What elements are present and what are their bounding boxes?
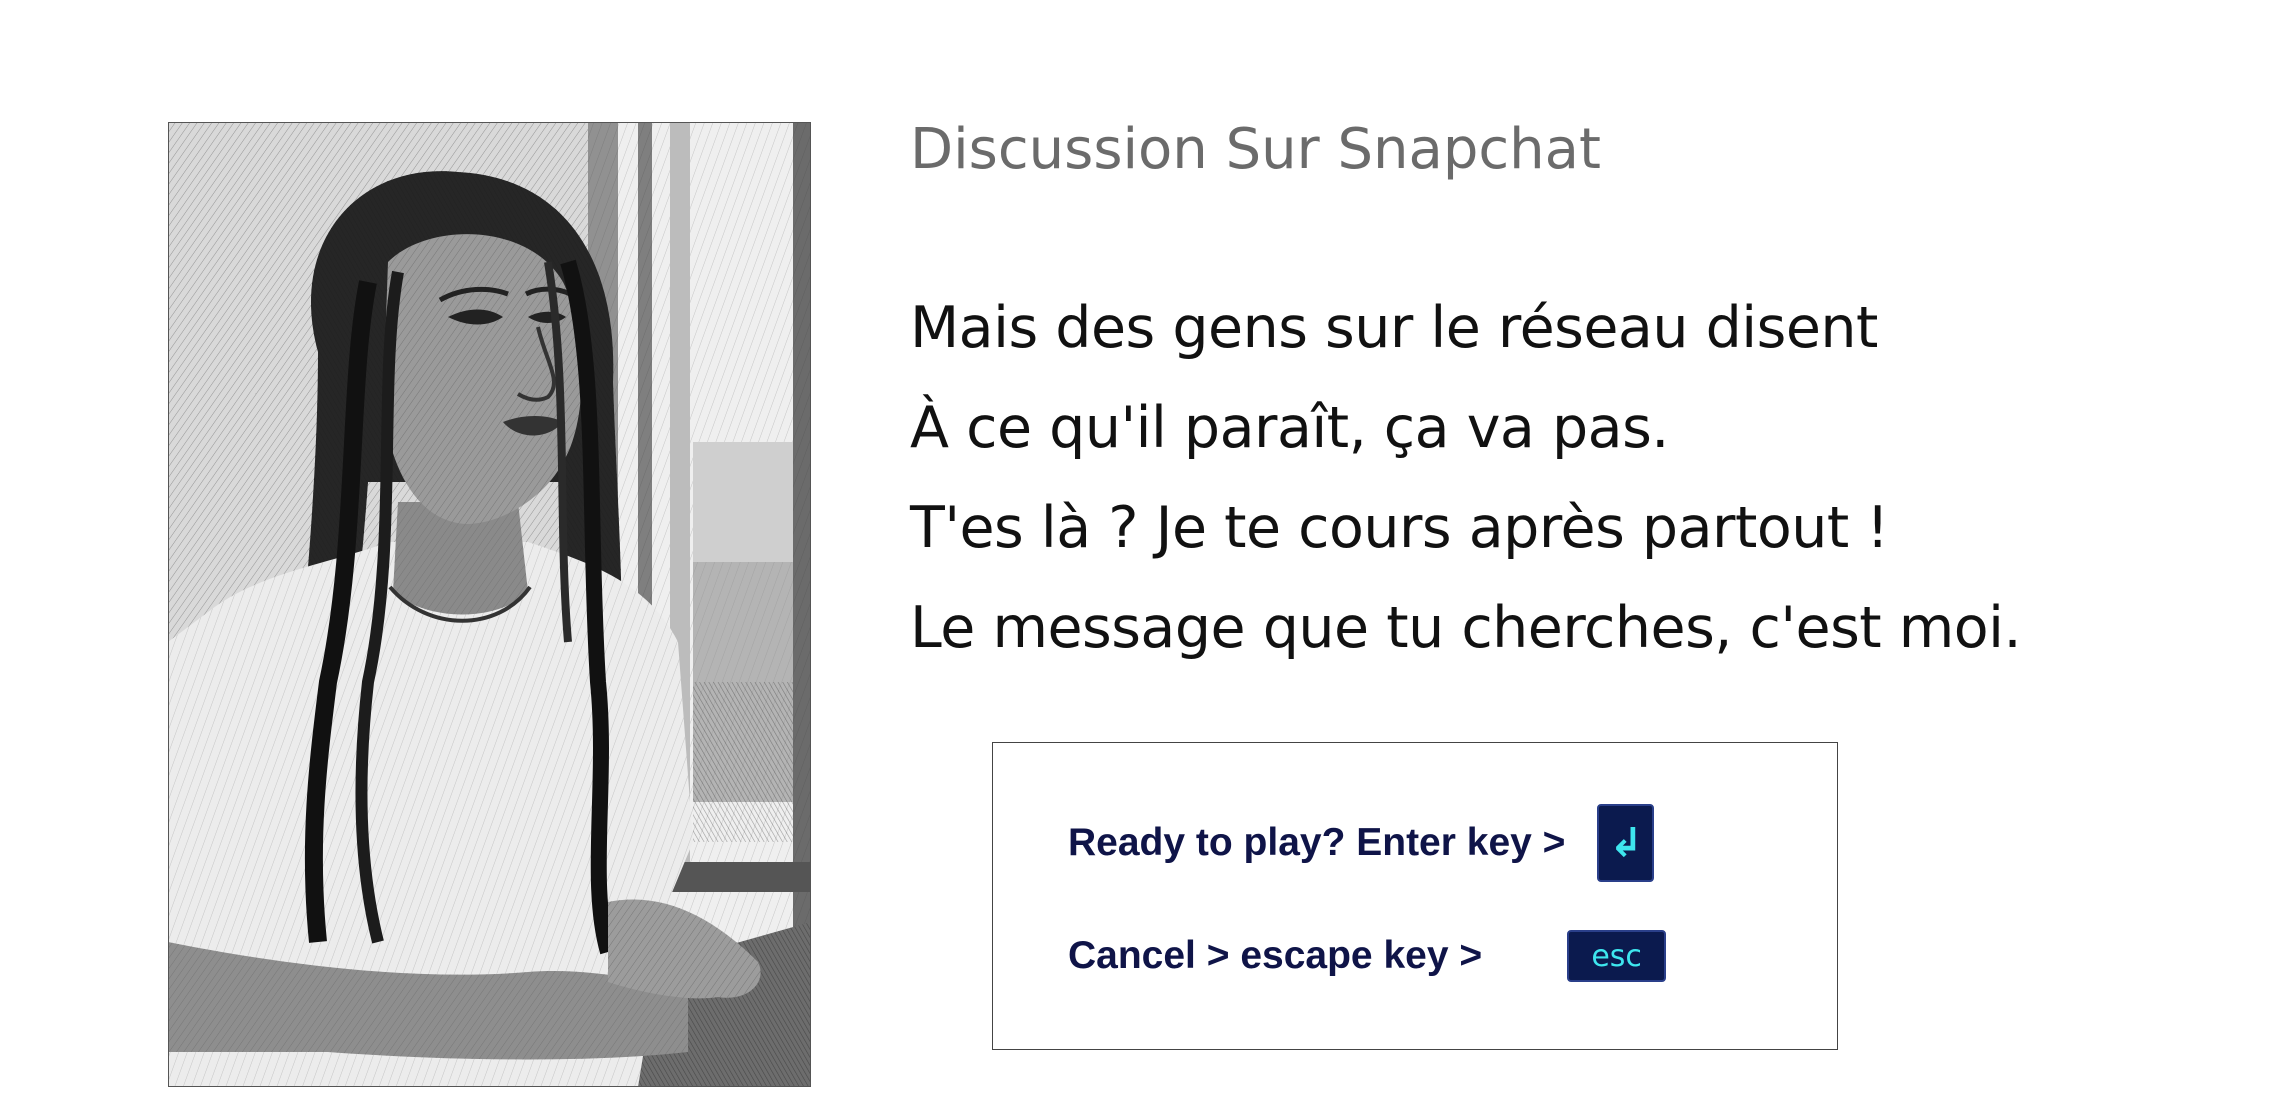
escape-key-label: esc (1591, 938, 1642, 974)
play-prompt-label: Ready to play? Enter key > (1068, 821, 1566, 864)
cancel-prompt-row: Cancel > escape key > esc (1068, 930, 1667, 982)
lyric-line: T'es là ? Je te cours après partout ! (910, 495, 1889, 561)
lyric-line: À ce qu'il paraît, ça va pas. (910, 395, 1669, 461)
play-prompt-dialog: Ready to play? Enter key > ↲ Cancel > es… (992, 742, 1838, 1050)
page-title: Discussion Sur Snapchat (910, 117, 1601, 182)
enter-key-button[interactable]: ↲ (1597, 804, 1655, 882)
cancel-prompt-label: Cancel > escape key > (1068, 934, 1483, 977)
enter-key-icon: ↲ (1609, 820, 1643, 866)
play-prompt-row: Ready to play? Enter key > ↲ (1068, 803, 1655, 883)
escape-key-button[interactable]: esc (1567, 930, 1667, 982)
lyric-line: Le message que tu cherches, c'est moi. (910, 595, 2022, 661)
lyric-line: Mais des gens sur le réseau disent (910, 295, 1878, 361)
lyrics-block: Mais des gens sur le réseau disent À ce … (910, 278, 2022, 678)
portrait-sketch-image (168, 122, 811, 1087)
